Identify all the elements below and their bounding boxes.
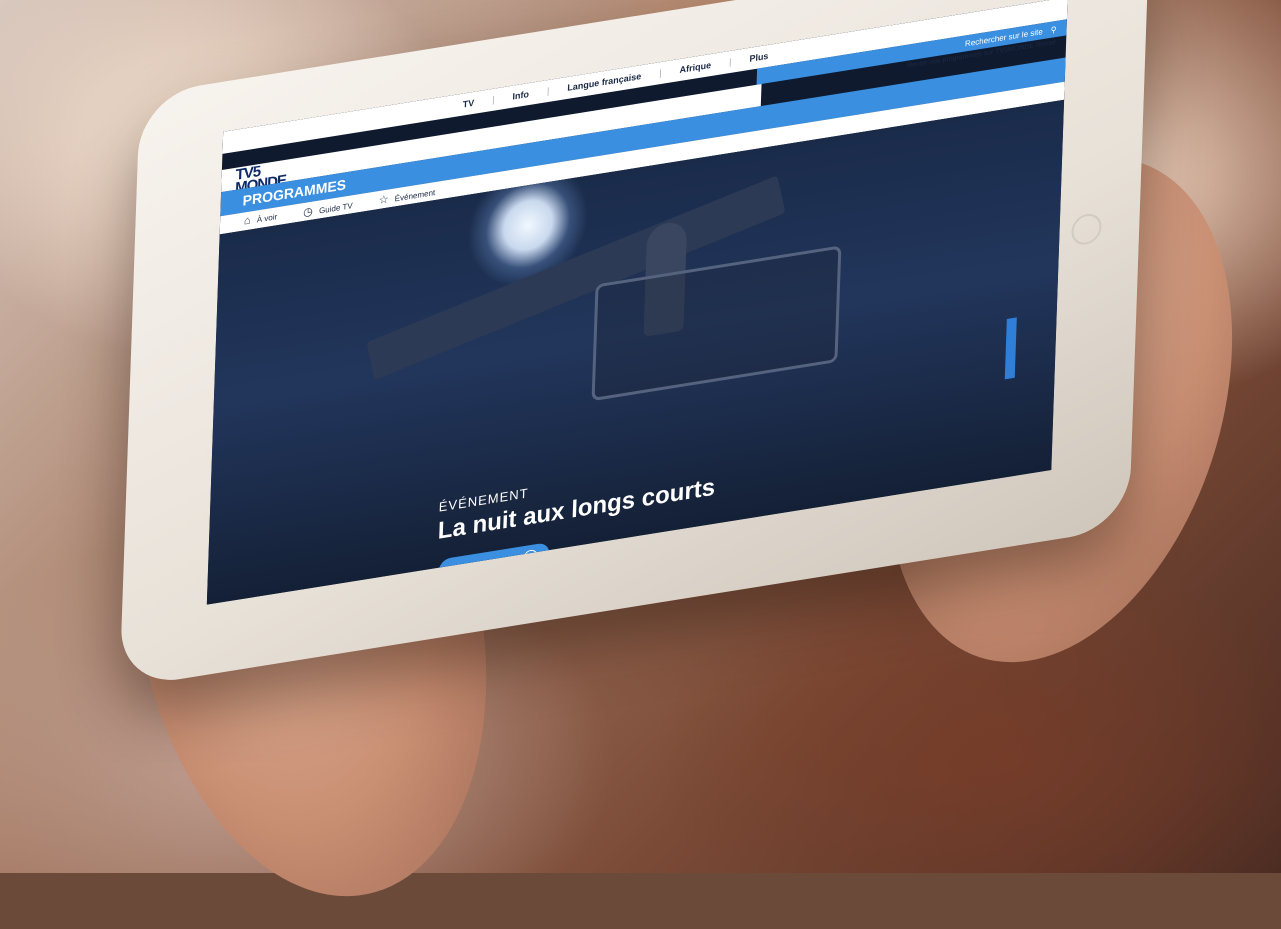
nav-separator: | xyxy=(491,94,495,105)
star-icon: ☆ xyxy=(378,192,389,207)
clock-icon: ◷ xyxy=(303,204,314,219)
tablet-screen: TV | Info | Langue française | Afrique |… xyxy=(206,0,1068,605)
subnav-label: À voir xyxy=(256,212,278,225)
nav-plus[interactable]: Plus xyxy=(749,51,768,64)
nav-separator: | xyxy=(728,56,732,68)
hero-title: La nuit aux longs courts xyxy=(437,473,716,545)
tablet-home-button xyxy=(1070,211,1102,247)
home-icon: ⌂ xyxy=(243,214,251,228)
search-icon[interactable]: ⚲ xyxy=(1051,24,1057,34)
learn-more-button[interactable]: EN SAVOIR PLUS › xyxy=(438,541,550,584)
nav-tv[interactable]: TV xyxy=(462,98,474,110)
learn-more-label: EN SAVOIR PLUS xyxy=(450,554,518,575)
nav-langue[interactable]: Langue française xyxy=(567,71,641,93)
nav-info[interactable]: Info xyxy=(512,89,529,102)
nav-separator: | xyxy=(546,85,550,97)
arrow-right-icon: › xyxy=(523,548,538,566)
scroll-indicator[interactable] xyxy=(1004,317,1017,380)
nav-separator: | xyxy=(659,67,662,79)
nav-afrique[interactable]: Afrique xyxy=(679,60,711,75)
